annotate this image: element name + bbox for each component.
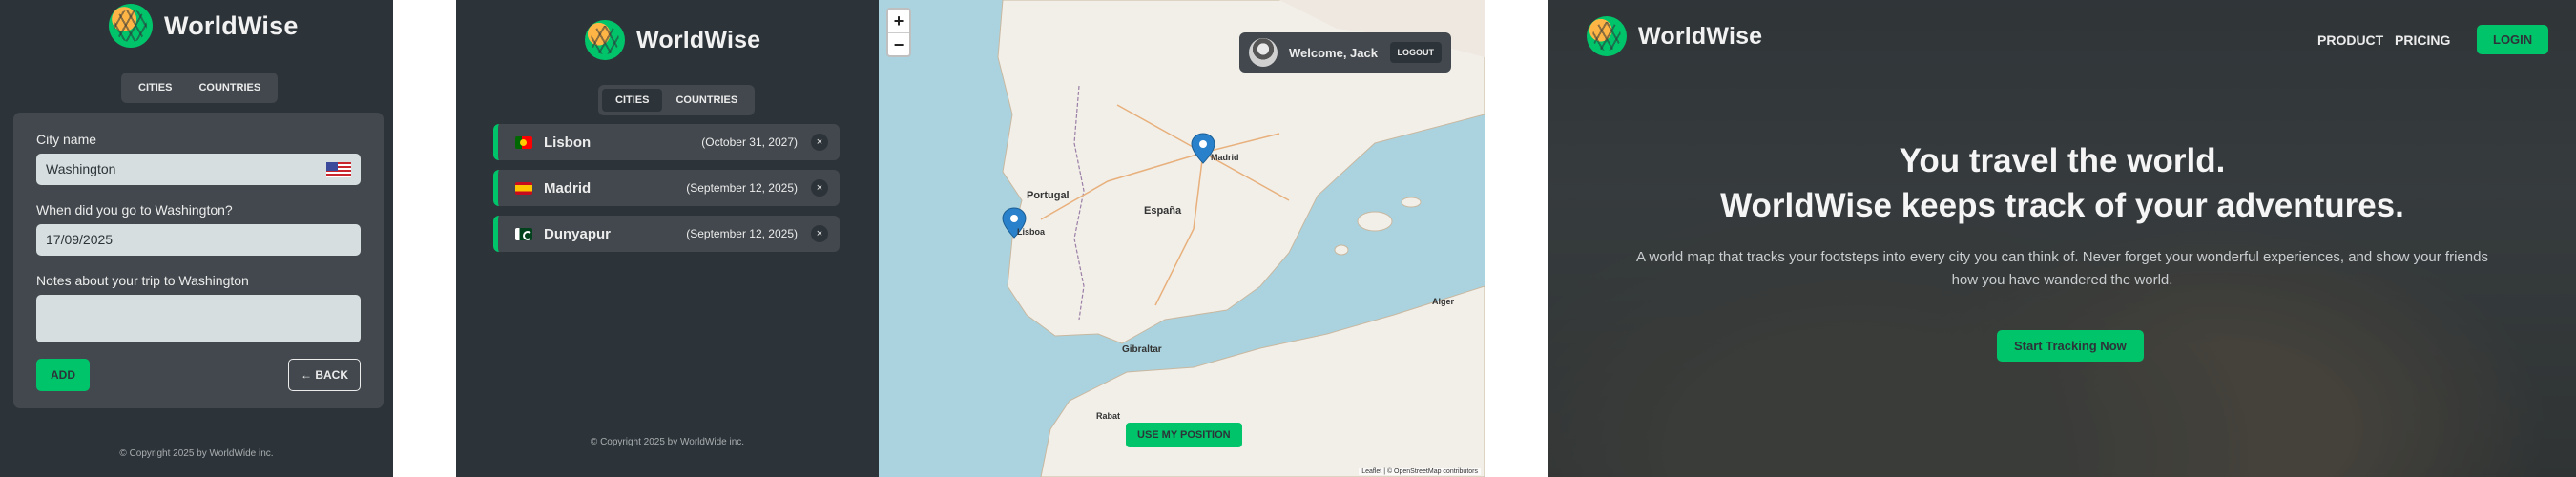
logout-button[interactable]: LOGOUT xyxy=(1389,42,1442,63)
nav-product-link[interactable]: PRODUCT xyxy=(2317,32,2383,48)
add-button[interactable]: ADD xyxy=(36,359,90,391)
flag-usa-icon xyxy=(326,162,351,177)
map[interactable]: Portugal España Madrid Lisboa Gibraltar … xyxy=(879,0,1485,477)
login-button[interactable]: LOGIN xyxy=(2477,25,2549,54)
welcome-text: Welcome, Jack xyxy=(1289,45,1378,60)
copyright: © Copyright 2025 by WorldWide inc. xyxy=(119,448,274,459)
city-name: Madrid xyxy=(544,179,592,197)
logo[interactable]: WorldWise xyxy=(1587,16,1762,56)
globe-logo-icon xyxy=(109,4,153,48)
map-attribution[interactable]: Leaflet | © OpenStreetMap contributors xyxy=(1359,468,1481,475)
nav-pricing-link[interactable]: PRICING xyxy=(2395,32,2450,48)
tab-cities[interactable]: CITIES xyxy=(602,89,663,112)
user-box: Welcome, Jack LOGOUT xyxy=(1239,32,1451,73)
app-layout-panel: WorldWise CITIES COUNTRIES Lisbon (Octob… xyxy=(456,0,1485,477)
city-date: (September 12, 2025) xyxy=(686,181,798,195)
city-name-value: Washington xyxy=(46,161,116,176)
city-item-lisbon[interactable]: Lisbon (October 31, 2027) × xyxy=(493,124,840,160)
zoom-in-button[interactable]: + xyxy=(888,10,909,32)
delete-city-button[interactable]: × xyxy=(811,179,828,197)
city-name-input[interactable]: Washington xyxy=(36,154,361,185)
date-label: When did you go to Washington? xyxy=(36,202,233,218)
notes-textarea[interactable] xyxy=(36,295,361,342)
city-date: (October 31, 2027) xyxy=(701,135,798,149)
city-item-madrid[interactable]: Madrid (September 12, 2025) × xyxy=(493,170,840,206)
homepage-panel: WorldWise PRODUCT PRICING LOGIN You trav… xyxy=(1548,0,2576,477)
flag-pakistan-icon xyxy=(515,227,532,240)
city-name: Lisbon xyxy=(544,134,592,151)
back-button[interactable]: ← BACK xyxy=(288,359,361,391)
delete-city-button[interactable]: × xyxy=(811,134,828,151)
nav-tabs: CITIES COUNTRIES xyxy=(598,85,756,115)
delete-city-button[interactable]: × xyxy=(811,225,828,242)
date-value: 17/09/2025 xyxy=(46,232,114,247)
map-label: Alger xyxy=(1432,297,1455,306)
globe-logo-icon xyxy=(585,20,625,60)
map-label: Madrid xyxy=(1211,153,1239,162)
tab-countries[interactable]: COUNTRIES xyxy=(185,76,274,99)
globe-logo-icon xyxy=(1587,16,1627,56)
zoom-out-button[interactable]: − xyxy=(888,32,909,55)
hero-headline-2: WorldWise keeps track of your adventures… xyxy=(1720,187,2404,224)
map-label: Gibraltar xyxy=(1122,344,1162,355)
avatar xyxy=(1249,38,1278,67)
logo[interactable]: WorldWise xyxy=(585,20,760,60)
zoom-control: + − xyxy=(886,8,911,57)
map-label: Rabat xyxy=(1096,411,1121,421)
city-name: Dunyapur xyxy=(544,225,612,242)
map-label: España xyxy=(1144,205,1182,217)
brand-name: WorldWise xyxy=(1638,22,1763,50)
logo[interactable]: WorldWise xyxy=(109,4,299,48)
city-date: (September 12, 2025) xyxy=(686,227,798,240)
copyright: © Copyright 2025 by WorldWide inc. xyxy=(590,437,745,447)
pin-madrid-dot xyxy=(1199,140,1207,148)
land-ibiza xyxy=(1334,244,1349,256)
map-label: Lisboa xyxy=(1017,227,1046,237)
pin-lisboa-dot xyxy=(1010,215,1018,222)
date-input[interactable]: 17/09/2025 xyxy=(36,224,361,256)
flag-spain-icon xyxy=(515,181,532,195)
brand-name: WorldWise xyxy=(164,10,299,40)
tab-cities[interactable]: CITIES xyxy=(125,76,185,99)
city-name-label: City name xyxy=(36,132,97,147)
nav-tabs: CITIES COUNTRIES xyxy=(121,73,279,103)
flag-portugal-icon xyxy=(515,135,532,149)
add-city-form: City name Washington When did you go to … xyxy=(13,113,384,408)
notes-label: Notes about your trip to Washington xyxy=(36,273,249,288)
hero-headline-1: You travel the world. xyxy=(1899,142,2226,179)
tab-countries[interactable]: COUNTRIES xyxy=(662,89,751,112)
start-tracking-button[interactable]: Start Tracking Now xyxy=(1997,330,2144,362)
city-item-dunyapur[interactable]: Dunyapur (September 12, 2025) × xyxy=(493,216,840,252)
map-label: Portugal xyxy=(1027,190,1070,201)
hero-subtext: A world map that tracks your footsteps i… xyxy=(1636,249,2488,288)
sidebar: WorldWise CITIES COUNTRIES Lisbon (Octob… xyxy=(456,0,879,477)
land-menorca xyxy=(1401,197,1422,208)
add-city-panel: WorldWise CITIES COUNTRIES City name Was… xyxy=(0,0,393,477)
land-mallorca xyxy=(1357,211,1393,232)
use-my-position-button[interactable]: USE MY POSITION xyxy=(1126,423,1242,447)
brand-name: WorldWise xyxy=(636,26,761,53)
